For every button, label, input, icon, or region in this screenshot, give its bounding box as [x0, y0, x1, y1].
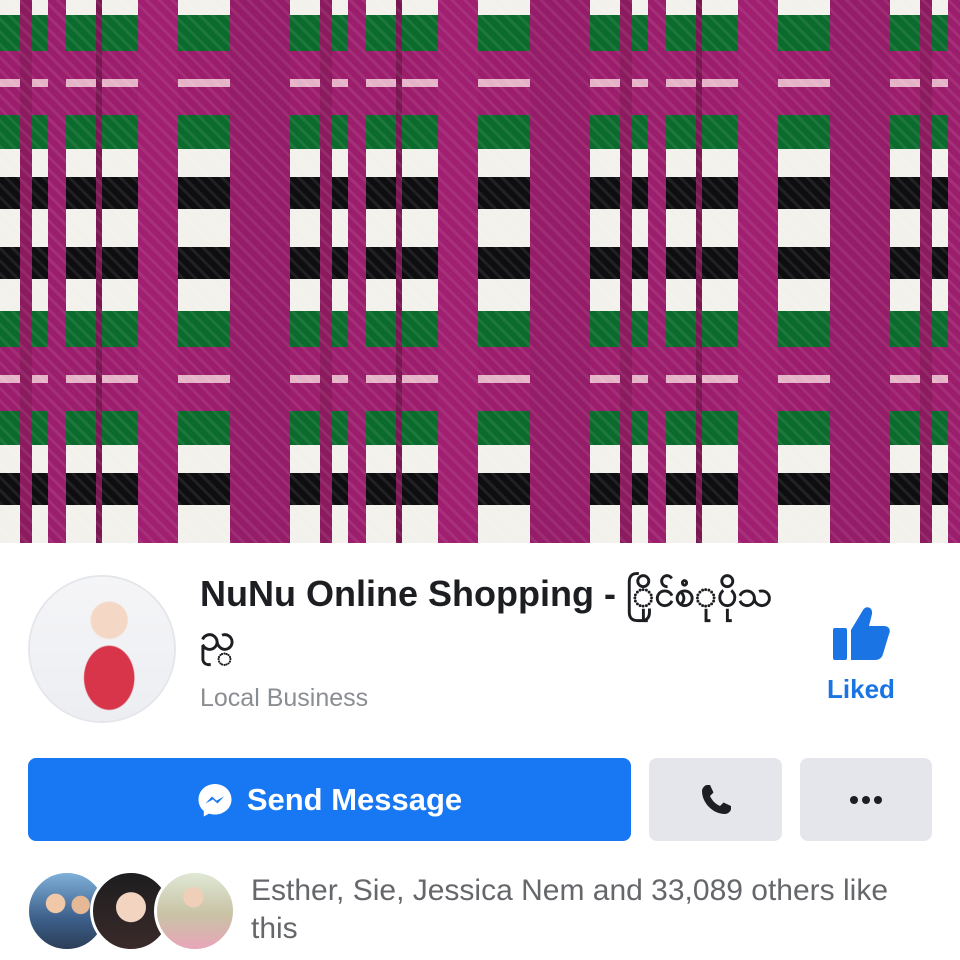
send-message-button[interactable]: Send Message: [28, 758, 631, 841]
thumbs-up-icon: [833, 607, 890, 660]
more-dots-icon: [850, 795, 882, 804]
phone-icon: [701, 784, 731, 814]
more-options-button[interactable]: [800, 758, 932, 841]
call-button[interactable]: [649, 758, 782, 841]
friend-avatars[interactable]: [26, 870, 246, 952]
profile-avatar[interactable]: [28, 575, 176, 723]
profile-picture: [30, 577, 174, 721]
likes-summary[interactable]: Esther, Sie, Jessica Nem and 33,089 othe…: [251, 872, 941, 948]
send-message-label: Send Message: [246, 781, 463, 817]
messenger-icon: [198, 783, 232, 816]
page-title: NuNu Online Shopping - ြိုင်စံုပိုသည္: [200, 573, 773, 658]
liked-label: Liked: [827, 674, 895, 704]
liked-button[interactable]: Liked: [816, 604, 906, 705]
friend-avatar: [154, 870, 236, 952]
cover-photo[interactable]: [0, 0, 960, 543]
page-category[interactable]: Local Business: [200, 684, 368, 713]
